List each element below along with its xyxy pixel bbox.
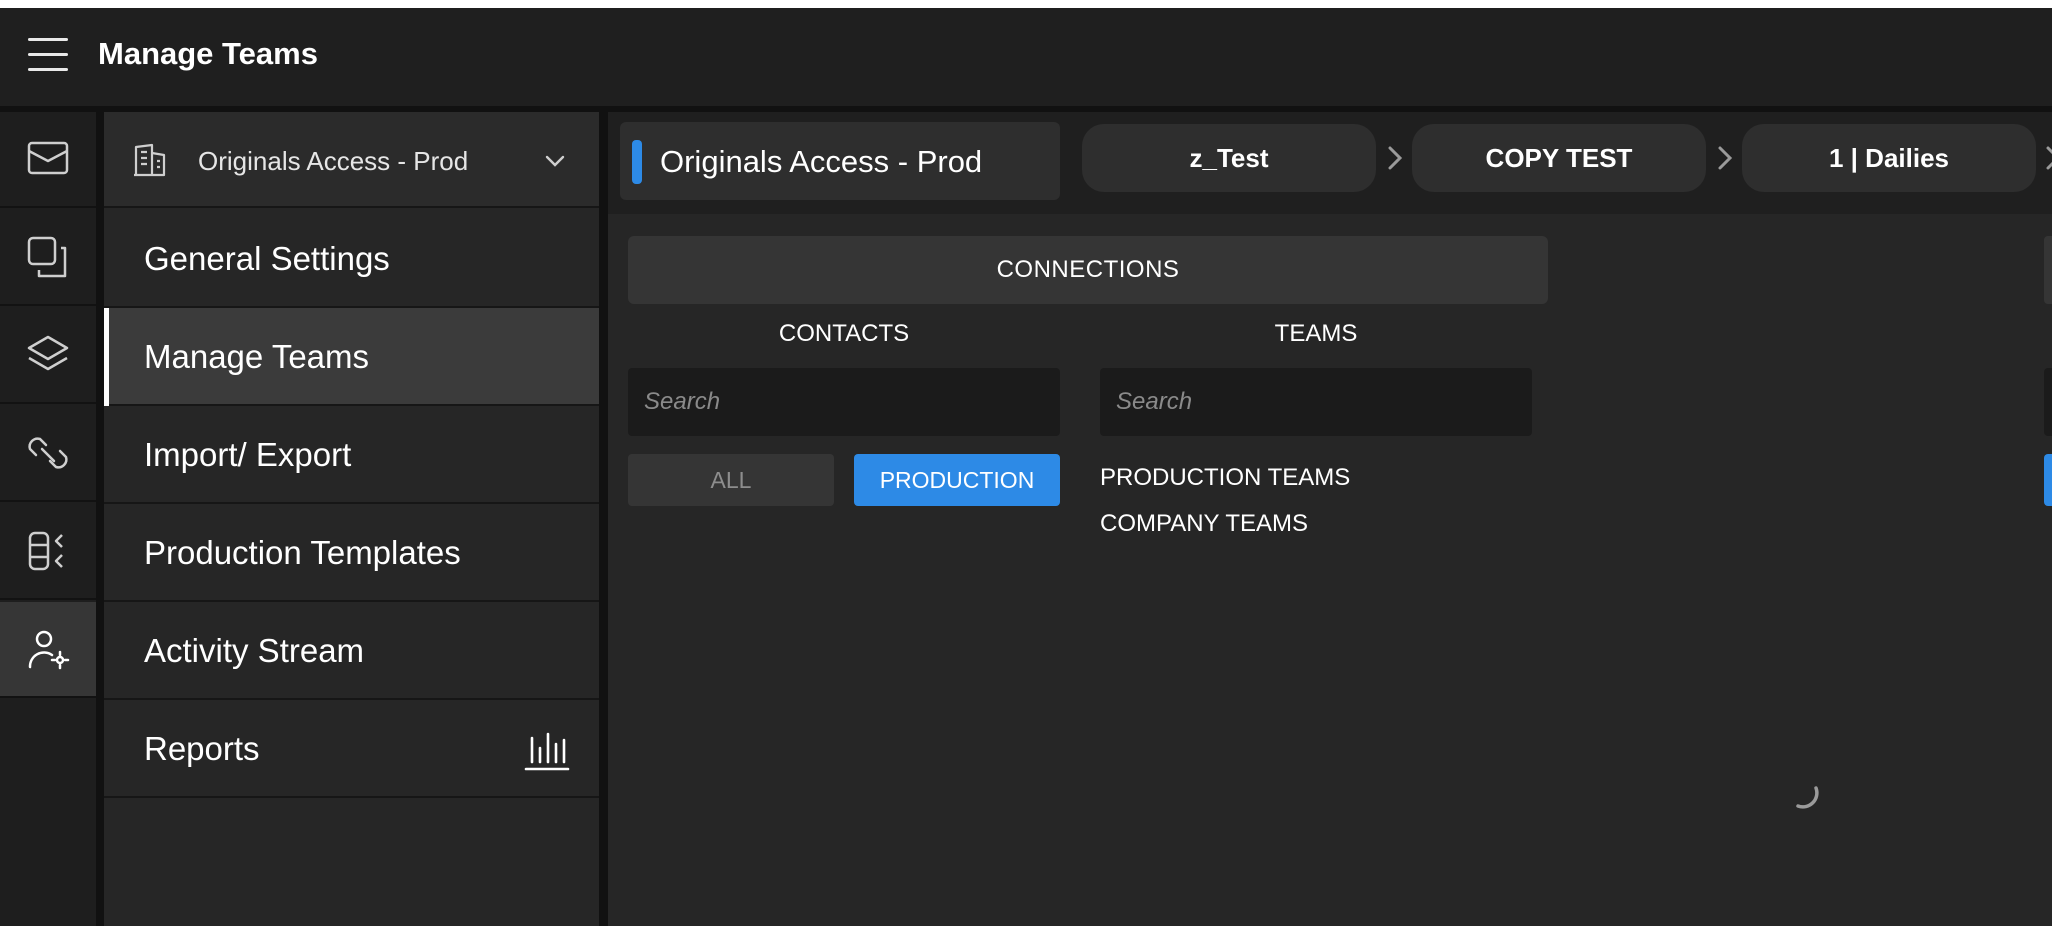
breadcrumb-root[interactable]: Originals Access - Prod [620,122,1060,200]
teams-header: TEAMS [1274,320,1358,347]
rail-user-settings-button[interactable] [0,602,96,698]
breadcrumb-item-z-test[interactable]: z_Test [1082,124,1376,192]
right-panel-header-edge [2044,236,2052,304]
building-icon [134,143,166,177]
breadcrumb: Originals Access - Prod z_Test COPY TEST… [608,112,2052,214]
contacts-header: CONTACTS [778,320,910,347]
nav-item-activity-stream[interactable]: Activity Stream [104,602,599,700]
rail-list-toggle-button[interactable] [0,504,96,600]
filter-production-button[interactable]: PRODUCTION [854,454,1060,506]
nav-item-label: Import/ Export [144,436,352,473]
user-settings-icon [28,630,70,670]
connections-header: CONNECTIONS [628,236,1548,304]
nav-item-production-templates[interactable]: Production Templates [104,504,599,602]
app-window: Manage Teams Originals Access - Prod Gen… [0,8,2052,926]
link-icon [28,437,68,469]
hamburger-menu-icon[interactable] [28,38,68,74]
rail-layers-button[interactable] [0,308,96,404]
layers-icon [27,335,69,371]
nav-item-reports[interactable]: Reports [104,700,599,798]
list-toggle-icon [28,531,63,571]
rail-link-button[interactable] [0,406,96,502]
filter-all-button[interactable]: ALL [628,454,834,506]
chevron-right-icon [2046,146,2052,170]
nav-item-manage-teams[interactable]: Manage Teams [104,308,599,406]
icon-rail [0,112,96,926]
breadcrumb-item-dailies[interactable]: 1 | Dailies [1742,124,2036,192]
contacts-search-input[interactable] [628,368,1060,436]
nav-item-label: Production Templates [144,534,461,571]
breadcrumb-root-label: Originals Access - Prod [660,144,983,179]
nav-item-label: General Settings [144,240,390,277]
right-panel-button-edge[interactable] [2044,454,2052,506]
production-selector[interactable]: Originals Access - Prod [104,112,599,208]
top-bar: Manage Teams [0,8,2052,106]
nav-item-import-export[interactable]: Import/ Export [104,406,599,504]
rail-mail-button[interactable] [0,112,96,208]
teams-search-input[interactable] [1100,368,1532,436]
chevron-right-icon [1388,146,1403,170]
breadcrumb-accent [632,140,642,184]
rail-copy-button[interactable] [0,210,96,306]
right-panel-search-edge[interactable] [2044,368,2052,436]
breadcrumb-item-copy-test[interactable]: COPY TEST [1412,124,1706,192]
settings-nav: Originals Access - Prod General Settings… [104,112,599,926]
mail-icon [27,141,69,175]
nav-item-label: Activity Stream [144,632,365,669]
main-content: Originals Access - Prod z_Test COPY TEST… [608,112,2052,926]
bar-chart-icon [524,732,570,771]
team-group-production[interactable]: PRODUCTION TEAMS [1100,464,1350,492]
loading-spinner-icon [1796,786,1819,809]
page-title: Manage Teams [98,36,318,71]
nav-item-label: Reports [144,730,260,767]
copy-icon [27,236,67,278]
nav-item-general-settings[interactable]: General Settings [104,210,599,308]
chevron-down-icon [545,155,565,167]
chevron-right-icon [1718,146,1733,170]
production-selector-label: Originals Access - Prod [198,146,469,176]
team-group-company[interactable]: COMPANY TEAMS [1100,510,1308,538]
nav-item-label: Manage Teams [144,338,370,375]
